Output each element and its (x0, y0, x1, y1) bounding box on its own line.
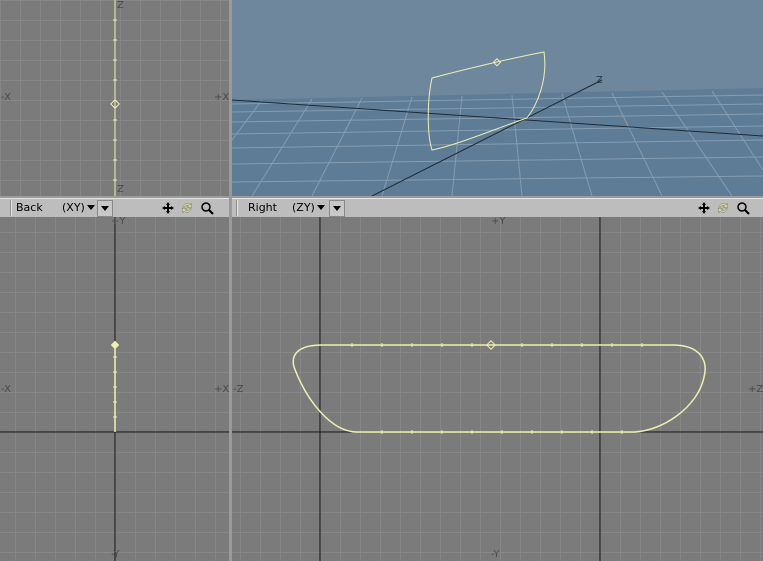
zoom-icon (736, 202, 750, 215)
chevron-down-icon (333, 206, 341, 211)
move-icon (161, 202, 174, 214)
back-view-canvas (0, 217, 229, 561)
viewport-toolbar-back: Back (XY) (0, 198, 229, 218)
move-icon (697, 202, 710, 214)
rotate-view-button[interactable] (178, 200, 195, 216)
axis-label-bottom: -Y (111, 549, 120, 560)
rotate-icon (181, 202, 192, 214)
viewport-toolbar-right: Right (ZY) (232, 198, 763, 218)
viewport-right[interactable]: +Y -Y -Z +Z (232, 217, 763, 561)
viewport-perspective[interactable]: Z (232, 0, 763, 196)
view-axes-dropdown[interactable]: (ZY) (292, 201, 325, 214)
top-view-canvas (110, 0, 120, 196)
view-axes-dropdown[interactable]: (XY) (62, 201, 95, 214)
view-options-dropdown[interactable] (329, 200, 345, 217)
axis-label-z: Z (596, 75, 603, 86)
axis-label-right: +X (214, 384, 229, 395)
zoom-view-button[interactable] (734, 200, 751, 216)
move-view-button[interactable] (695, 200, 712, 216)
chevron-down-icon (101, 206, 109, 211)
zoom-icon (200, 202, 214, 215)
axis-label-top: +Y (111, 217, 126, 227)
perspective-canvas (232, 51, 763, 196)
view-name-label[interactable]: Right (248, 201, 277, 214)
chevron-down-icon (316, 205, 325, 210)
axis-label-top: Z (117, 0, 124, 11)
move-view-button[interactable] (159, 200, 176, 216)
zoom-view-button[interactable] (198, 200, 215, 216)
axis-label-left: -Z (233, 384, 244, 395)
axis-label-bottom: Z (117, 184, 124, 195)
viewport-back[interactable]: +Y -Y -X +X (0, 217, 229, 561)
axis-label-left: -X (1, 92, 11, 103)
rotate-icon (717, 202, 728, 214)
chevron-down-icon (86, 205, 95, 210)
viewport-top[interactable]: Z Z -X +X (0, 0, 229, 196)
view-options-dropdown[interactable] (97, 200, 113, 217)
axis-label-right: +X (214, 92, 229, 103)
axis-label-right: +Z (748, 384, 763, 395)
right-view-canvas (232, 217, 763, 561)
axis-label-top: +Y (491, 217, 506, 227)
axis-label-bottom: -Y (491, 549, 500, 560)
axis-label-left: -X (1, 384, 11, 395)
view-name-label[interactable]: Back (16, 201, 43, 214)
rotate-view-button[interactable] (714, 200, 731, 216)
